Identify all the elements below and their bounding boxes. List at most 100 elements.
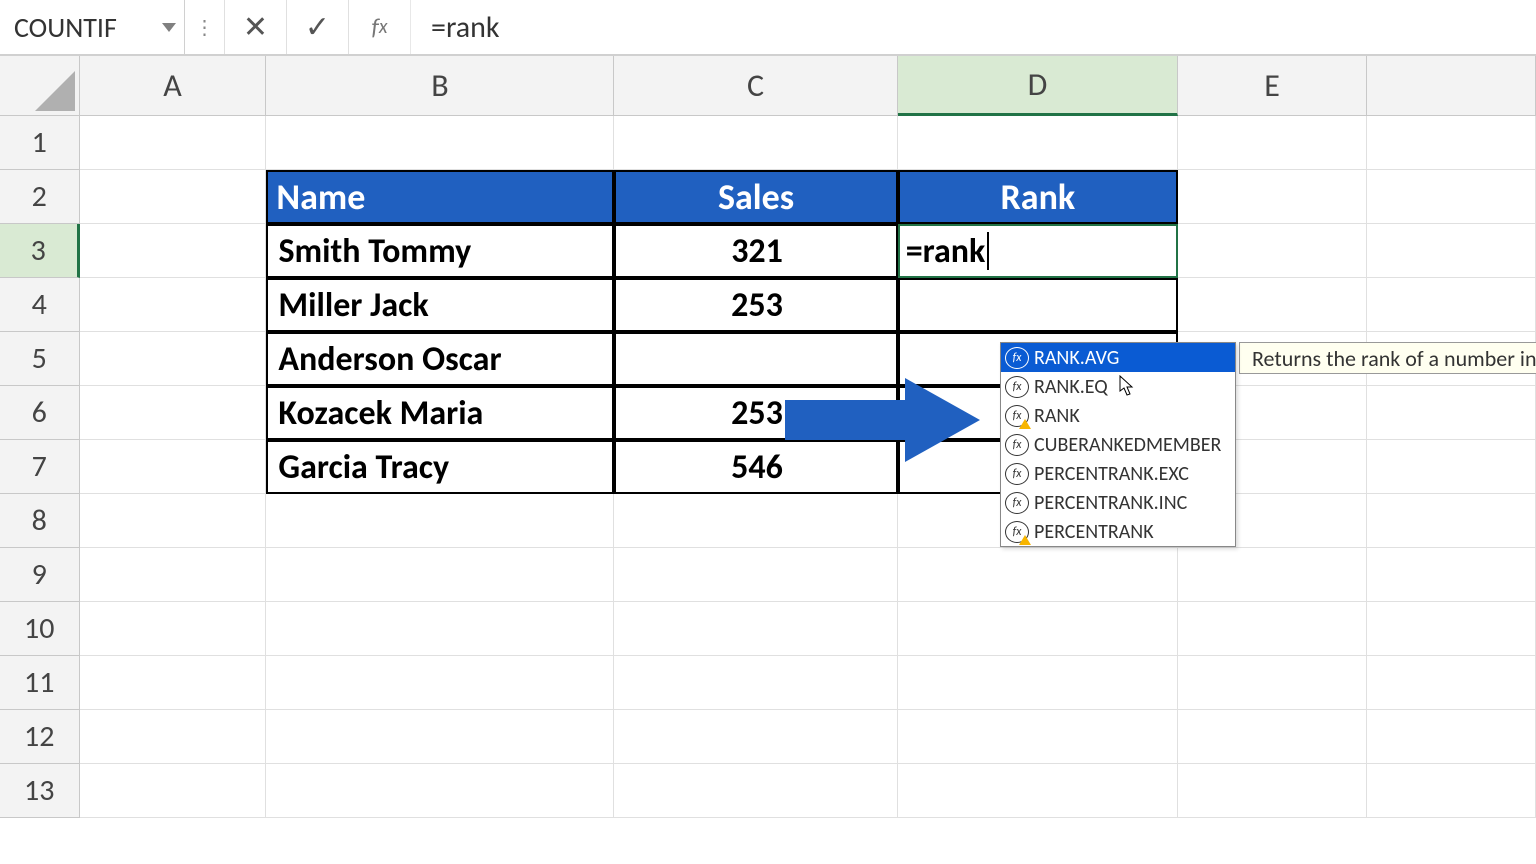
cell-A1[interactable] [80, 116, 267, 170]
table-header-sales[interactable]: Sales [614, 170, 897, 224]
cell-D13[interactable] [898, 764, 1178, 818]
cell-C3[interactable]: 321 [614, 224, 897, 278]
cell-D4[interactable] [898, 278, 1178, 332]
cell-D3-editing[interactable]: =rank [898, 224, 1178, 278]
cancel-formula-button[interactable]: ✕ [225, 0, 287, 54]
cell-C1[interactable] [614, 116, 897, 170]
cell-E11[interactable] [1178, 656, 1367, 710]
cell-A9[interactable] [80, 548, 267, 602]
col-header-F[interactable] [1367, 56, 1536, 116]
cell-B1[interactable] [266, 116, 614, 170]
cell-F7[interactable] [1367, 440, 1536, 494]
cell-A5[interactable] [80, 332, 267, 386]
cell-B6[interactable]: Kozacek Maria [266, 386, 614, 440]
cell-D12[interactable] [898, 710, 1178, 764]
autocomplete-item-percentrank-exc[interactable]: fx PERCENTRANK.EXC [1001, 459, 1235, 488]
row-header-2[interactable]: 2 [0, 170, 80, 224]
cell-E10[interactable] [1178, 602, 1367, 656]
row-header-7[interactable]: 7 [0, 440, 80, 494]
formula-input[interactable]: =rank [411, 0, 1536, 54]
cell-E1[interactable] [1178, 116, 1367, 170]
cell-F9[interactable] [1367, 548, 1536, 602]
cell-A3[interactable] [80, 224, 267, 278]
autocomplete-item-rank[interactable]: fx RANK [1001, 401, 1235, 430]
cell-E2[interactable] [1178, 170, 1367, 224]
row-header-8[interactable]: 8 [0, 494, 80, 548]
cell-B8[interactable] [266, 494, 614, 548]
cell-A4[interactable] [80, 278, 267, 332]
col-header-E[interactable]: E [1178, 56, 1367, 116]
cell-A8[interactable] [80, 494, 267, 548]
cell-A7[interactable] [80, 440, 267, 494]
cell-F1[interactable] [1367, 116, 1536, 170]
row-header-11[interactable]: 11 [0, 656, 80, 710]
cell-F6[interactable] [1367, 386, 1536, 440]
cell-A6[interactable] [80, 386, 267, 440]
cell-F13[interactable] [1367, 764, 1536, 818]
cell-C11[interactable] [614, 656, 897, 710]
cell-B7[interactable]: Garcia Tracy [266, 440, 614, 494]
cell-A2[interactable] [80, 170, 267, 224]
cell-E3[interactable] [1178, 224, 1367, 278]
cell-F3[interactable] [1367, 224, 1536, 278]
autocomplete-item-cuberankedmember[interactable]: fx CUBERANKEDMEMBER [1001, 430, 1235, 459]
chevron-down-icon[interactable] [162, 23, 176, 32]
cell-F12[interactable] [1367, 710, 1536, 764]
cell-D1[interactable] [898, 116, 1178, 170]
col-header-A[interactable]: A [80, 56, 267, 116]
cell-B5[interactable]: Anderson Oscar [266, 332, 614, 386]
cell-E9[interactable] [1178, 548, 1367, 602]
table-header-rank[interactable]: Rank [898, 170, 1178, 224]
autocomplete-item-rank-avg[interactable]: fx RANK.AVG [1001, 343, 1235, 372]
cell-A12[interactable] [80, 710, 267, 764]
select-all-corner[interactable] [0, 56, 80, 116]
cell-B10[interactable] [266, 602, 614, 656]
cell-B12[interactable] [266, 710, 614, 764]
row-header-3[interactable]: 3 [0, 224, 80, 278]
cell-D9[interactable] [898, 548, 1178, 602]
cell-F10[interactable] [1367, 602, 1536, 656]
col-header-B[interactable]: B [266, 56, 614, 116]
cell-C8[interactable] [614, 494, 897, 548]
cell-C12[interactable] [614, 710, 897, 764]
cell-E12[interactable] [1178, 710, 1367, 764]
cell-E13[interactable] [1178, 764, 1367, 818]
row-header-5[interactable]: 5 [0, 332, 80, 386]
cell-C9[interactable] [614, 548, 897, 602]
row-header-1[interactable]: 1 [0, 116, 80, 170]
name-box[interactable]: COUNTIF [0, 0, 185, 54]
row-header-9[interactable]: 9 [0, 548, 80, 602]
cell-F8[interactable] [1367, 494, 1536, 548]
cell-B9[interactable] [266, 548, 614, 602]
cell-E4[interactable] [1178, 278, 1367, 332]
accept-formula-button[interactable]: ✓ [287, 0, 349, 54]
row-header-4[interactable]: 4 [0, 278, 80, 332]
cell-F4[interactable] [1367, 278, 1536, 332]
cell-C13[interactable] [614, 764, 897, 818]
mouse-cursor-icon [1119, 375, 1135, 397]
autocomplete-item-percentrank-inc[interactable]: fx PERCENTRANK.INC [1001, 488, 1235, 517]
autocomplete-item-percentrank[interactable]: fx PERCENTRANK [1001, 517, 1235, 546]
autocomplete-item-rank-eq[interactable]: fx RANK.EQ [1001, 372, 1235, 401]
cell-B4[interactable]: Miller Jack [266, 278, 614, 332]
table-header-name[interactable]: Name [266, 170, 614, 224]
row-header-13[interactable]: 13 [0, 764, 80, 818]
cell-B3[interactable]: Smith Tommy [266, 224, 614, 278]
cell-B11[interactable] [266, 656, 614, 710]
row-header-10[interactable]: 10 [0, 602, 80, 656]
cell-D11[interactable] [898, 656, 1178, 710]
cell-C10[interactable] [614, 602, 897, 656]
col-header-C[interactable]: C [614, 56, 897, 116]
cell-B13[interactable] [266, 764, 614, 818]
row-header-6[interactable]: 6 [0, 386, 80, 440]
cell-F11[interactable] [1367, 656, 1536, 710]
col-header-D[interactable]: D [898, 56, 1178, 116]
row-header-12[interactable]: 12 [0, 710, 80, 764]
cell-F2[interactable] [1367, 170, 1536, 224]
cell-A10[interactable] [80, 602, 267, 656]
cell-C4[interactable]: 253 [614, 278, 897, 332]
cell-A13[interactable] [80, 764, 267, 818]
cell-D10[interactable] [898, 602, 1178, 656]
cell-A11[interactable] [80, 656, 267, 710]
fx-icon[interactable]: fx [349, 0, 411, 54]
